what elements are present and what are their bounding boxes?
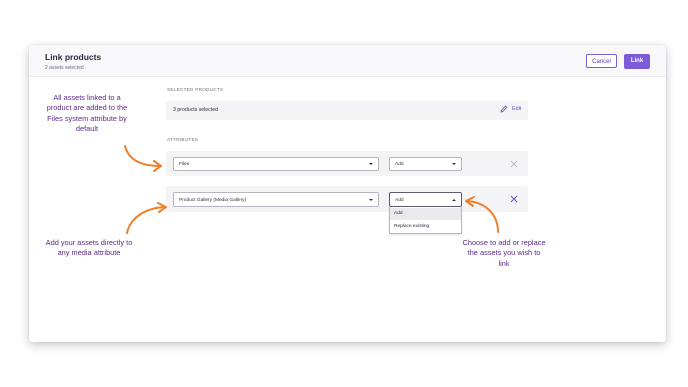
mode-select-value: Add [395, 162, 404, 167]
dropdown-option-replace[interactable]: Replace existing [390, 221, 461, 233]
link-button[interactable]: Link [624, 54, 650, 69]
annotation-files-default: All assets linked to a product are added… [46, 93, 128, 134]
edit-button[interactable]: Edit [500, 104, 521, 114]
attribute-select-value: Files [179, 162, 190, 167]
modal-header: Link products 2 assets selected Cancel L… [29, 45, 666, 77]
annotation-media-attribute: Add your assets directly to any media at… [45, 238, 133, 258]
attribute-select[interactable]: Product Gallery (Media Gallery) [173, 192, 379, 207]
mode-select-value: Add [395, 198, 404, 203]
modal-subtitle: 2 assets selected [45, 65, 84, 71]
caret-down-icon [369, 163, 373, 165]
caret-down-icon [369, 199, 373, 201]
close-icon[interactable] [510, 160, 518, 168]
edit-label: Edit [512, 106, 522, 112]
mode-select-open[interactable]: Add [389, 192, 462, 207]
attribute-select[interactable]: Files [173, 157, 379, 171]
mode-select[interactable]: Add [389, 157, 462, 171]
cancel-button[interactable]: Cancel [586, 54, 617, 68]
attributes-label: ATTRIBUTES [167, 137, 199, 142]
pencil-icon [500, 105, 508, 113]
caret-up-icon [452, 199, 456, 201]
close-icon[interactable] [510, 195, 518, 203]
mode-dropdown: Add Replace existing [389, 207, 462, 234]
dropdown-option-add[interactable]: Add [390, 208, 461, 220]
attribute-select-value: Product Gallery (Media Gallery) [179, 198, 247, 203]
selected-products-summary: 3 products selected [173, 107, 218, 113]
selected-products-label: SELECTED PRODUCTS [167, 87, 224, 92]
selected-products-panel [166, 101, 528, 120]
caret-down-icon [452, 163, 456, 165]
annotation-add-replace: Choose to add or replace the assets you … [462, 238, 546, 268]
modal-title: Link products [45, 52, 102, 62]
